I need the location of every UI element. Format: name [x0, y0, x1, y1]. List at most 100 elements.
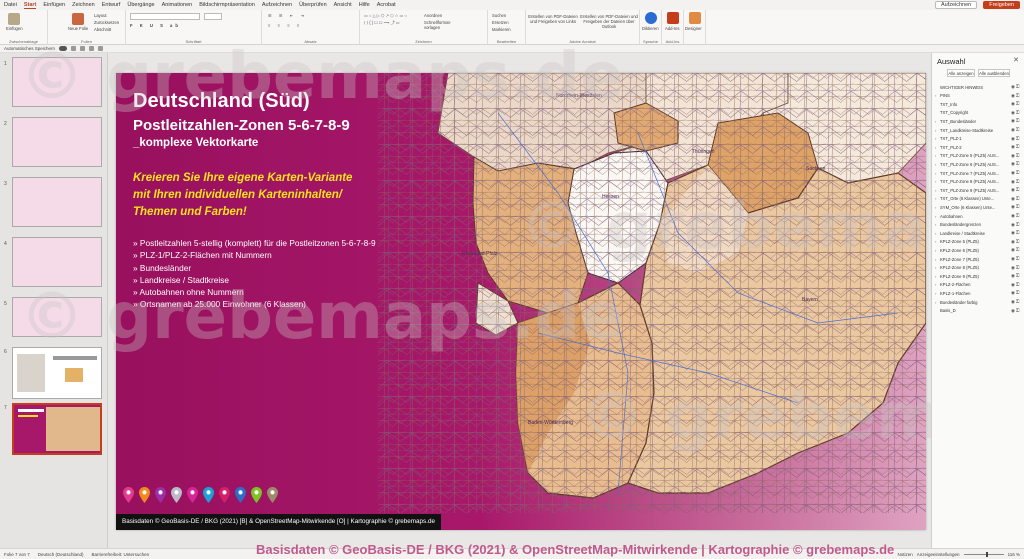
font-size-dropdown[interactable] — [204, 13, 222, 20]
visibility-lock-icon[interactable]: ◉⚿ — [1011, 187, 1023, 193]
selection-pane-item[interactable]: › TXT_PLZ-2 ◉⚿ — [935, 143, 1023, 151]
display-settings-button[interactable]: Anzeigeeinstellungen — [917, 552, 960, 557]
shapes-gallery-row2[interactable]: ⟨⟩{}☐☐⟶⤴▭ — [364, 20, 401, 26]
visibility-lock-icon[interactable]: ◉⚿ — [1011, 136, 1023, 142]
pdf-create-button[interactable]: Erstellen von PDF-Dateien und Freigeben … — [528, 14, 578, 24]
selection-pane-item[interactable]: › Bundesländergrenzen ◉⚿ — [935, 221, 1023, 229]
menu-tab-animationen[interactable]: Animationen — [162, 2, 193, 8]
selection-pane-item[interactable]: TXT_Copyright ◉⚿ — [935, 109, 1023, 117]
font-format-buttons[interactable]: F K U S ab — [130, 23, 181, 28]
addins-icon[interactable] — [667, 12, 679, 24]
visibility-lock-icon[interactable]: ◉⚿ — [1011, 161, 1023, 167]
visibility-lock-icon[interactable]: ◉⚿ — [1011, 308, 1023, 314]
pdf-outlook-button[interactable]: Erstellen von PDF-Dateien und Freigeben … — [580, 14, 638, 29]
menu-tab--berpr-fen[interactable]: Überprüfen — [299, 2, 327, 8]
slide-thumbnail-3[interactable] — [12, 177, 102, 227]
selection-pane-item[interactable]: › TXT_Landkreise-Stadtkreise ◉⚿ — [935, 126, 1023, 134]
selection-pane-item[interactable]: WICHTIGER HINWEIS ◉⚿ — [935, 83, 1023, 91]
visibility-lock-icon[interactable]: ◉⚿ — [1011, 153, 1023, 159]
notes-button[interactable]: Notizen — [898, 552, 913, 557]
selection-pane-item[interactable]: › KPLZ-Zone 8 (PLZ5) ◉⚿ — [935, 264, 1023, 272]
align-buttons[interactable]: ≡ ≡ ≡ ≡ — [268, 23, 302, 28]
list-buttons[interactable]: ☰ ☰ ⇤ ⇥ — [268, 13, 307, 18]
visibility-lock-icon[interactable]: ◉⚿ — [1011, 265, 1023, 271]
record-button[interactable]: Aufzeichnen — [934, 1, 978, 9]
visibility-lock-icon[interactable]: ◉⚿ — [1011, 282, 1023, 288]
visibility-lock-icon[interactable]: ◉⚿ — [1011, 239, 1023, 245]
save-icon[interactable] — [71, 46, 77, 51]
slide-thumbnail-4[interactable] — [12, 237, 102, 287]
selection-pane-item[interactable]: › TXT_PLZ-Zone 5 (PLZ5) AUS... ◉⚿ — [935, 152, 1023, 160]
font-name-dropdown[interactable] — [130, 13, 200, 20]
designer-icon[interactable] — [689, 12, 701, 24]
slide-thumbnail-6[interactable] — [12, 347, 102, 399]
visibility-lock-icon[interactable]: ◉⚿ — [1011, 170, 1023, 176]
visibility-lock-icon[interactable]: ◉⚿ — [1011, 204, 1023, 210]
postal-code-map[interactable]: Nordrhein-Westfalen Thüringen Sachsen He… — [378, 73, 926, 513]
visibility-lock-icon[interactable]: ◉⚿ — [1011, 290, 1023, 296]
visibility-lock-icon[interactable]: ◉⚿ — [1011, 179, 1023, 185]
selection-pane-item[interactable]: › Bundesländer farbig ◉⚿ — [935, 298, 1023, 306]
selection-pane-item[interactable]: › SYM_Orte (6 Klassen) Unte... ◉⚿ — [935, 203, 1023, 211]
arrange-button[interactable]: Anordnen — [424, 13, 442, 18]
language-status[interactable]: Deutsch (Deutschland) — [38, 552, 84, 557]
selection-pane-item[interactable]: › KPLZ-1-Flächen ◉⚿ — [935, 289, 1023, 297]
menu-tab-bildschirmpr-sentation[interactable]: Bildschirmpräsentation — [199, 2, 255, 8]
menu-tab-ansicht[interactable]: Ansicht — [334, 2, 352, 8]
reset-button[interactable]: Zurücksetzen — [94, 20, 119, 25]
close-icon[interactable]: ✕ — [1013, 56, 1019, 64]
menu-tab-hilfe[interactable]: Hilfe — [359, 2, 370, 8]
dictate-button[interactable]: Diktieren — [642, 26, 659, 31]
selection-pane-item[interactable]: › KPLZ-Zone 5 (PLZ5) ◉⚿ — [935, 238, 1023, 246]
visibility-lock-icon[interactable]: ◉⚿ — [1011, 127, 1023, 133]
selection-pane-item[interactable]: › Landkreise / Stadtkreise ◉⚿ — [935, 229, 1023, 237]
new-slide-icon[interactable] — [72, 13, 84, 25]
designer-button[interactable]: Designer — [685, 26, 702, 31]
slide-thumbnail-5[interactable] — [12, 297, 102, 337]
selection-pane-item[interactable]: › TXT_PLZ-Zone 6 (PLZ5) AUS... ◉⚿ — [935, 160, 1023, 168]
layout-button[interactable]: Layout — [94, 13, 107, 18]
visibility-lock-icon[interactable]: ◉⚿ — [1011, 84, 1023, 90]
replace-button[interactable]: Ersetzen — [492, 20, 509, 25]
selection-pane-item[interactable]: › KPLZ-Zone 6 (PLZ5) ◉⚿ — [935, 246, 1023, 254]
menu-tab-einf-gen[interactable]: Einfügen — [43, 2, 65, 8]
menu-tab-datei[interactable]: Datei — [4, 2, 17, 8]
visibility-lock-icon[interactable]: ◉⚿ — [1011, 93, 1023, 99]
visibility-lock-icon[interactable]: ◉⚿ — [1011, 222, 1023, 228]
show-all-button[interactable]: Alle anzeigen — [947, 69, 975, 77]
undo-icon[interactable] — [80, 46, 86, 51]
selection-pane-item[interactable]: › TXT_PLZ-Zone 9 (PLZ5) AUS... ◉⚿ — [935, 186, 1023, 194]
selection-pane-item[interactable]: › KPLZ-2-Flächen ◉⚿ — [935, 281, 1023, 289]
selection-pane-item[interactable]: › PINS ◉⚿ — [935, 92, 1023, 100]
section-button[interactable]: Abschnitt — [94, 27, 111, 32]
slide[interactable]: Nordrhein-Westfalen Thüringen Sachsen He… — [116, 73, 926, 530]
visibility-lock-icon[interactable]: ◉⚿ — [1011, 230, 1023, 236]
selection-pane-item[interactable]: › TXT_Orte (6 Klassen) Unte... ◉⚿ — [935, 195, 1023, 203]
menu-tab-acrobat[interactable]: Acrobat — [377, 2, 396, 8]
zoom-level[interactable]: 116 % — [1008, 552, 1020, 557]
menu-tab--berg-nge[interactable]: Übergänge — [127, 2, 154, 8]
selection-pane-item[interactable]: Basis_D ◉⚿ — [935, 307, 1023, 315]
selection-pane-item[interactable]: TXT_Info ◉⚿ — [935, 100, 1023, 108]
visibility-lock-icon[interactable]: ◉⚿ — [1011, 273, 1023, 279]
menu-tab-start[interactable]: Start — [23, 2, 37, 9]
selection-pane-item[interactable]: › Autobahnen ◉⚿ — [935, 212, 1023, 220]
microphone-icon[interactable] — [645, 12, 657, 24]
selection-pane-item[interactable]: › TXT_Bundesländer ◉⚿ — [935, 117, 1023, 125]
selection-pane-item[interactable]: › TXT_PLZ-Zone 7 (PLZ5) AUS... ◉⚿ — [935, 169, 1023, 177]
visibility-lock-icon[interactable]: ◉⚿ — [1011, 299, 1023, 305]
redo-icon[interactable] — [89, 46, 95, 51]
addins-button[interactable]: Add-Ins — [665, 26, 679, 31]
zoom-slider[interactable] — [963, 551, 1004, 557]
selection-pane-item[interactable]: › TXT_PLZ-Zone 8 (PLZ5) AUS... ◉⚿ — [935, 178, 1023, 186]
new-slide-button[interactable]: Neue Folie — [68, 26, 88, 31]
hide-all-button[interactable]: Alle ausblenden — [978, 69, 1010, 77]
visibility-lock-icon[interactable]: ◉⚿ — [1011, 110, 1023, 116]
menu-tab-entwurf[interactable]: Entwurf — [102, 2, 121, 8]
present-icon[interactable] — [98, 46, 104, 51]
visibility-lock-icon[interactable]: ◉⚿ — [1011, 196, 1023, 202]
selection-pane-item[interactable]: › KPLZ-Zone 9 (PLZ5) ◉⚿ — [935, 272, 1023, 280]
visibility-lock-icon[interactable]: ◉⚿ — [1011, 101, 1023, 107]
share-button[interactable]: Freigeben — [983, 1, 1020, 9]
visibility-lock-icon[interactable]: ◉⚿ — [1011, 247, 1023, 253]
